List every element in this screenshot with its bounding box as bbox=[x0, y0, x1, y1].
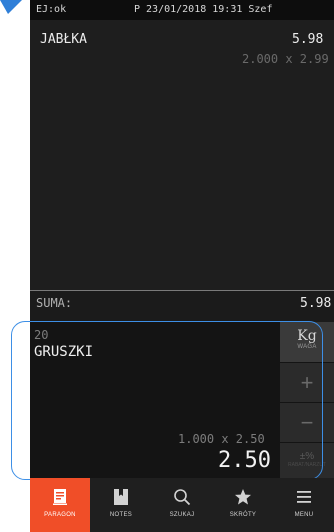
sum-label: SUMA: bbox=[36, 296, 73, 310]
minus-button[interactable]: − bbox=[280, 403, 334, 442]
item-code: 20 bbox=[34, 328, 49, 342]
nav-paragon[interactable]: PARAGON bbox=[30, 478, 90, 532]
weight-button-label: Kg bbox=[297, 328, 317, 344]
notes-icon bbox=[114, 489, 128, 505]
discount-button[interactable]: ±% RABAT/NARZUT bbox=[280, 443, 334, 482]
sum-value: 5.98 bbox=[300, 296, 332, 311]
menu-icon bbox=[297, 491, 311, 503]
star-icon bbox=[235, 489, 251, 505]
receipt-item-total: 5.98 bbox=[292, 32, 324, 47]
nav-label: SZUKAJ bbox=[169, 512, 195, 518]
nav-skroty[interactable]: SKRÓTY bbox=[213, 478, 273, 532]
current-item-panel[interactable]: 20 GRUSZKI 1.000 x 2.50 2.50 Kg WAGA + −… bbox=[30, 322, 334, 482]
bottom-navigation: PARAGON NOTES SZUKAJ SKRÓTY MENU bbox=[30, 478, 334, 532]
nav-szukaj[interactable]: SZUKAJ bbox=[152, 478, 212, 532]
side-button-column: Kg WAGA + − ±% RABAT/NARZUT bbox=[280, 322, 334, 482]
item-price: 2.50 bbox=[218, 448, 271, 473]
nav-notes[interactable]: NOTES bbox=[91, 478, 151, 532]
status-datetime-user: P 23/01/2018 19:31 Szef bbox=[134, 4, 273, 15]
nav-label: NOTES bbox=[109, 512, 133, 518]
sum-row: SUMA: 5.98 bbox=[30, 293, 334, 313]
sum-divider bbox=[30, 290, 334, 291]
search-icon bbox=[174, 489, 191, 506]
pointer-arrow-icon bbox=[0, 0, 22, 14]
nav-label: SKRÓTY bbox=[229, 512, 257, 518]
nav-label: PARAGON bbox=[44, 512, 76, 518]
item-name: GRUSZKI bbox=[34, 344, 94, 360]
receipt-item-name: JABŁKA bbox=[40, 32, 87, 47]
weight-button[interactable]: Kg WAGA bbox=[280, 322, 334, 362]
discount-button-caption: RABAT/NARZUT bbox=[288, 462, 326, 468]
nav-menu[interactable]: MENU bbox=[274, 478, 334, 532]
status-bar: EJ:ok P 23/01/2018 19:31 Szef bbox=[30, 0, 334, 20]
pos-screen: EJ:ok P 23/01/2018 19:31 Szef JABŁKA 5.9… bbox=[30, 0, 334, 532]
receipt-icon bbox=[53, 489, 67, 505]
discount-button-label: ±% bbox=[299, 451, 315, 462]
receipt-item-detail: 2.000 x 2.99 bbox=[242, 52, 329, 66]
status-indicator: EJ:ok bbox=[36, 4, 67, 15]
nav-label: MENU bbox=[294, 512, 314, 518]
weight-button-caption: WAGA bbox=[297, 344, 317, 350]
minus-icon: − bbox=[300, 410, 314, 435]
receipt-list[interactable]: JABŁKA 5.98 2.000 x 2.99 bbox=[30, 20, 334, 290]
plus-icon: + bbox=[300, 370, 314, 395]
plus-button[interactable]: + bbox=[280, 363, 334, 402]
item-quantity-price: 1.000 x 2.50 bbox=[178, 432, 265, 446]
